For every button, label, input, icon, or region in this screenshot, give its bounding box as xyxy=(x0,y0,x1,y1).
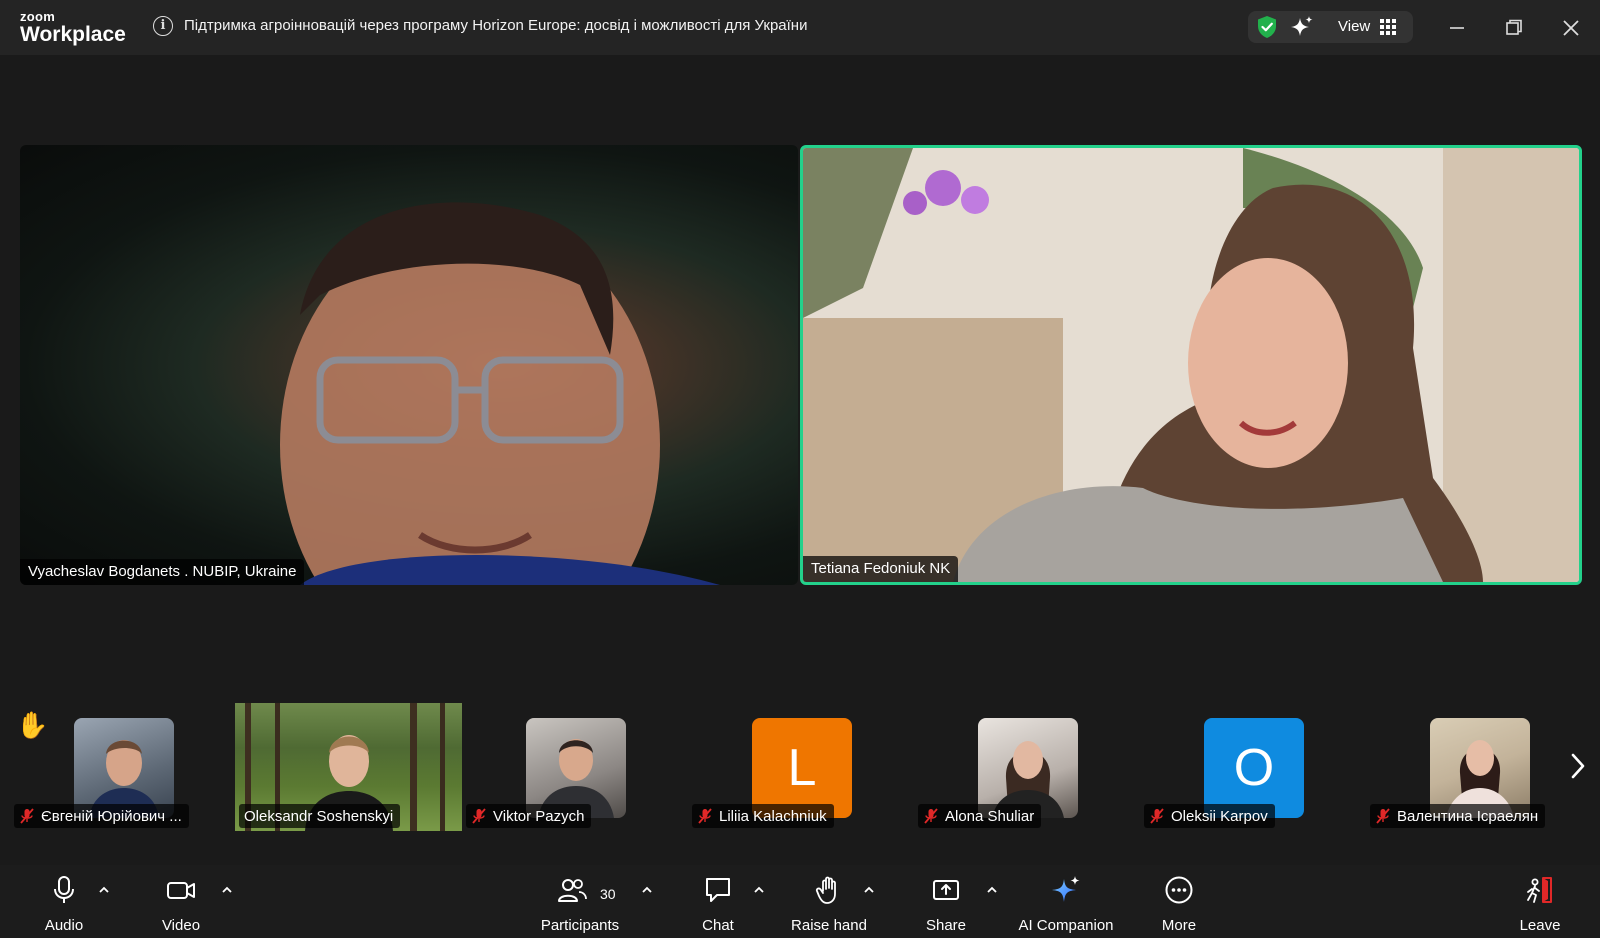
brand-big: Workplace xyxy=(20,23,126,46)
participant-avatar[interactable] xyxy=(1430,718,1530,818)
mic-muted-icon xyxy=(1376,808,1390,824)
audio-options-caret-icon[interactable] xyxy=(97,885,111,895)
ai-companion-label: AI Companion xyxy=(1018,917,1114,934)
more-icon xyxy=(1165,876,1193,904)
mic-muted-icon xyxy=(924,808,938,824)
speaker-video-frame xyxy=(803,148,1579,582)
raise-hand-options-caret-icon[interactable] xyxy=(862,885,876,895)
mic-muted-icon xyxy=(20,808,34,824)
raise-hand-label: Raise hand xyxy=(791,917,867,934)
microphone-icon xyxy=(54,876,74,903)
speaker-video-frame xyxy=(280,202,720,585)
brand-small: zoom xyxy=(20,9,56,24)
participant-name-tag: Liliia Kalachniuk xyxy=(692,804,834,828)
participant-name: Oleksii Karpov xyxy=(1171,807,1268,825)
leave-icon xyxy=(1527,877,1552,903)
sparkle-icon xyxy=(1052,876,1080,902)
zoom-logo: zoom Workplace xyxy=(20,10,126,45)
participants-options-caret-icon[interactable] xyxy=(640,885,654,895)
mic-muted-icon xyxy=(698,808,712,824)
participant-name-tag: Oleksandr Soshenskyi xyxy=(239,804,401,828)
mic-muted-icon xyxy=(472,808,486,824)
speaker-video-tile-2[interactable]: Tetiana Fedoniuk NK xyxy=(800,145,1582,585)
share-icon xyxy=(933,880,959,900)
participant-name: Oleksandr Soshenskyi xyxy=(244,807,394,825)
avatar-photo xyxy=(538,739,614,818)
shield-icon[interactable] xyxy=(1256,15,1278,39)
participant-name-tag: Oleksii Karpov xyxy=(1144,804,1275,828)
participant-name: Євгеній Юрійович ... xyxy=(41,807,182,825)
video-options-caret-icon[interactable] xyxy=(220,885,234,895)
share-label: Share xyxy=(925,917,967,934)
speaker-video-tile-1[interactable]: Vyacheslav Bogdanets . NUBIP, Ukraine xyxy=(20,145,798,585)
avatar-photo xyxy=(89,740,159,818)
chat-label: Chat xyxy=(702,917,734,934)
sparkle-icon[interactable] xyxy=(1290,15,1314,39)
participant-avatar[interactable] xyxy=(526,718,626,818)
avatar-photo xyxy=(992,741,1064,818)
minimize-icon[interactable] xyxy=(1443,14,1471,42)
title-bar: zoom Workplace i Підтримка агроінновацій… xyxy=(0,0,1600,55)
chat-icon xyxy=(706,878,730,902)
mic-muted-icon xyxy=(1150,808,1164,824)
close-icon[interactable] xyxy=(1557,14,1585,42)
participant-letter-avatar[interactable]: O xyxy=(1204,718,1304,818)
participants-label: Participants xyxy=(540,917,620,934)
meeting-toolbar: Audio Video 30 Participants Chat Raise h… xyxy=(0,865,1600,938)
participant-letter-avatar[interactable]: L xyxy=(752,718,852,818)
participant-name: Liliia Kalachniuk xyxy=(719,807,827,825)
leave-button[interactable]: Leave xyxy=(1512,865,1568,938)
hand-icon xyxy=(815,876,836,904)
share-options-caret-icon[interactable] xyxy=(985,885,999,895)
video-button[interactable]: Video xyxy=(150,865,212,938)
speaker-name-tag: Tetiana Fedoniuk NK xyxy=(803,556,959,582)
participants-icon xyxy=(558,879,588,902)
more-label: More xyxy=(1161,917,1197,934)
participant-name: Alona Shuliar xyxy=(945,807,1035,825)
meeting-title: Підтримка агроінновацій через програму H… xyxy=(184,17,808,34)
raise-hand-button[interactable]: Raise hand xyxy=(788,865,870,938)
chat-options-caret-icon[interactable] xyxy=(752,885,766,895)
chevron-right-icon[interactable] xyxy=(1568,752,1588,780)
video-label: Video xyxy=(161,917,201,934)
participant-name-tag: Alona Shuliar xyxy=(918,804,1042,828)
participant-name-tag: Євгеній Юрійович ... xyxy=(14,804,189,828)
raise-hand-emoji-icon: ✋ xyxy=(16,710,49,740)
chat-button[interactable]: Chat xyxy=(690,865,746,938)
audio-label: Audio xyxy=(44,917,84,934)
speaker-name-tag: Vyacheslav Bogdanets . NUBIP, Ukraine xyxy=(20,559,305,585)
participant-name-tag: Viktor Pazych xyxy=(466,804,592,828)
participant-avatar[interactable] xyxy=(978,718,1078,818)
audio-button[interactable]: Audio xyxy=(34,865,94,938)
participant-avatar[interactable] xyxy=(74,718,174,818)
leave-label: Leave xyxy=(1519,917,1561,934)
grid-icon[interactable] xyxy=(1380,19,1396,35)
info-icon[interactable]: i xyxy=(153,16,173,36)
participant-name-tag: Валентина Ісраелян xyxy=(1370,804,1546,828)
participants-count: 30 xyxy=(600,886,616,902)
view-button[interactable]: View xyxy=(1338,18,1370,35)
participant-name: Viktor Pazych xyxy=(493,807,585,825)
camera-icon xyxy=(167,882,195,899)
restore-icon[interactable] xyxy=(1500,14,1528,42)
more-button[interactable]: More xyxy=(1150,865,1208,938)
avatar-photo xyxy=(1446,740,1514,818)
share-button[interactable]: Share xyxy=(915,865,977,938)
participant-name: Валентина Ісраелян xyxy=(1397,807,1539,825)
participants-button[interactable]: 30 Participants xyxy=(532,865,628,938)
ai-companion-button[interactable]: AI Companion xyxy=(1014,865,1118,938)
